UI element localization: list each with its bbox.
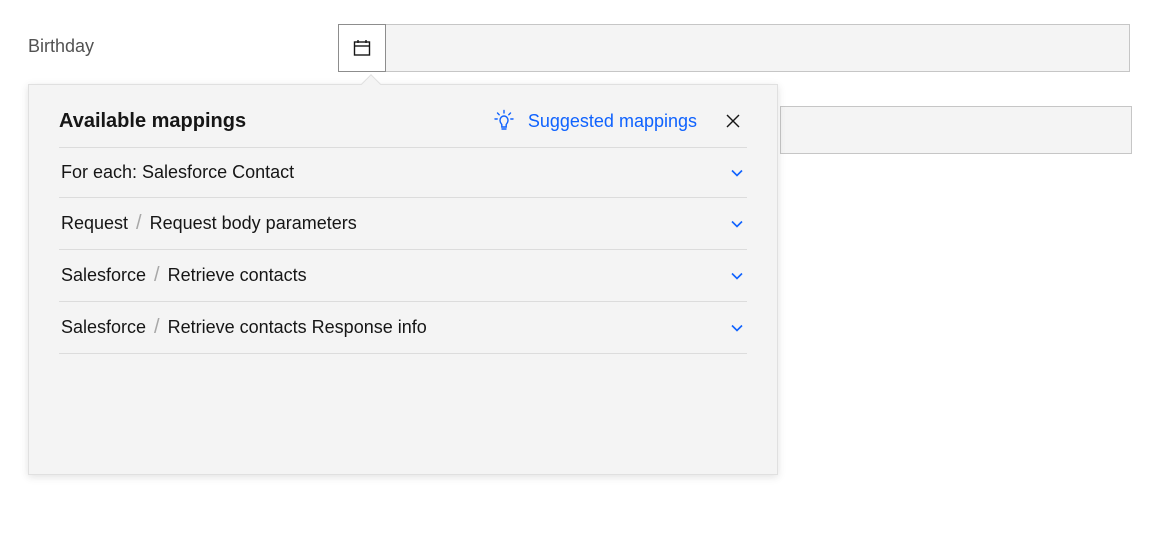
close-popover-button[interactable] [719, 109, 747, 133]
suggested-mappings-label: Suggested mappings [528, 111, 697, 132]
mapping-item[interactable]: Salesforce / Retrieve contacts Response in… [59, 301, 747, 354]
mapping-item[interactable]: For each: Salesforce Contact [59, 147, 747, 197]
mapping-item-label: Salesforce / Retrieve contacts Response in… [61, 316, 427, 339]
mapping-item-part: Salesforce [61, 265, 146, 286]
mapping-list: For each: Salesforce ContactRequest/Requ… [29, 147, 777, 354]
mapping-item-part: For each: Salesforce Contact [61, 162, 294, 183]
mappings-popover: Available mappings Suggested mappings [28, 84, 778, 475]
mapping-item-label: Request / Request body parameters [61, 212, 357, 235]
mapping-item-part: Retrieve contacts Response info [168, 317, 427, 338]
secondary-input[interactable] [780, 106, 1132, 154]
close-icon [725, 113, 741, 129]
chevron-down-icon [729, 320, 745, 336]
mapping-item-part: Retrieve contacts [168, 265, 307, 286]
chevron-down-icon [729, 165, 745, 181]
mapping-item-part: Request body parameters [150, 213, 357, 234]
calendar-icon [352, 38, 372, 58]
popover-title: Available mappings [59, 110, 492, 133]
field-label-birthday: Birthday [28, 24, 338, 57]
lightbulb-icon [492, 109, 516, 133]
mapping-item-label: For each: Salesforce Contact [61, 162, 294, 183]
suggested-mappings-link[interactable]: Suggested mappings [492, 109, 697, 133]
mapping-item[interactable]: Salesforce / Retrieve contacts [59, 249, 747, 301]
mapping-item-part: Request [61, 213, 128, 234]
mapping-item-label: Salesforce / Retrieve contacts [61, 264, 307, 287]
field-input-group [338, 24, 1130, 72]
mapping-item[interactable]: Request / Request body parameters [59, 197, 747, 249]
breadcrumb-separator: / [154, 316, 160, 339]
birthday-input[interactable] [386, 24, 1130, 72]
chevron-down-icon [729, 216, 745, 232]
breadcrumb-separator: / [154, 264, 160, 287]
popover-header: Available mappings Suggested mappings [29, 101, 777, 147]
field-row: Birthday [0, 0, 1149, 72]
date-picker-button[interactable] [338, 24, 386, 72]
mapping-item-part: Salesforce [61, 317, 146, 338]
chevron-down-icon [729, 268, 745, 284]
popover-caret [361, 74, 381, 94]
breadcrumb-separator: / [136, 212, 142, 235]
